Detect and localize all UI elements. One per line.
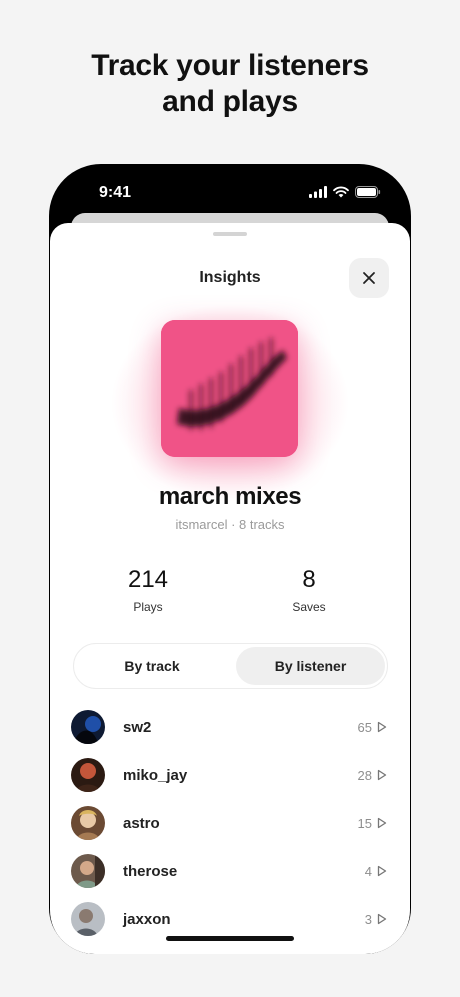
listener-play-count: 28: [357, 767, 372, 783]
playlist-title: march mixes: [158, 483, 302, 510]
listener-play-count: 65: [357, 719, 372, 735]
sheet-grabber[interactable]: [213, 232, 247, 236]
wifi-icon: [333, 186, 349, 198]
stat-plays: 214 Plays: [78, 566, 218, 614]
listener-row[interactable]: miko_jay 28: [50, 751, 410, 799]
headline: Track your listeners and plays: [0, 48, 460, 120]
tab-by-track[interactable]: By track: [77, 647, 227, 685]
avatar: [71, 902, 105, 936]
status-time: 9:41: [99, 184, 132, 201]
phone-frame: 9:41 Insights march mixes itsmarcel · 8 …: [49, 164, 411, 954]
listener-name: therose: [123, 862, 178, 880]
avatar: [71, 710, 105, 744]
play-icon: [377, 913, 387, 925]
listener-play-count: 4: [364, 863, 372, 879]
listener-play-count: 15: [357, 815, 372, 831]
insights-sheet: Insights march mixes itsmarcel · 8 track…: [50, 223, 410, 954]
play-icon: [377, 817, 387, 829]
home-indicator: [166, 936, 294, 941]
playlist-meta[interactable]: itsmarcel · 8 tracks: [50, 517, 410, 532]
plays-count: 214: [127, 566, 169, 593]
listener-name: astro: [123, 814, 160, 832]
tab-by-listener[interactable]: By listener: [236, 647, 385, 685]
listener-row[interactable]: sw2 65: [50, 703, 410, 751]
battery-icon: [355, 186, 381, 198]
view-segmented-control: By track By listener: [73, 643, 388, 689]
listener-name: jaxxon: [123, 910, 171, 928]
play-icon: [377, 769, 387, 781]
avatar: [71, 854, 105, 888]
cover-artwork: [161, 320, 298, 457]
status-bar: 9:41: [49, 164, 411, 216]
saves-count: 8: [302, 566, 316, 593]
listener-name: sw2: [123, 718, 152, 736]
listener-name: miko_jay: [123, 766, 188, 784]
close-button[interactable]: [349, 258, 389, 298]
status-icons: [309, 186, 381, 198]
plays-label: Plays: [133, 600, 163, 614]
close-icon: [363, 272, 375, 284]
headline-line-1: Track your listeners: [91, 49, 369, 82]
listener-row[interactable]: therose 4: [50, 847, 410, 895]
stat-saves: 8 Saves: [239, 566, 379, 614]
avatar: [71, 758, 105, 792]
avatar: [71, 806, 105, 840]
saves-label: Saves: [292, 600, 326, 614]
listener-row[interactable]: astro 15: [50, 799, 410, 847]
listener-play-count: 3: [364, 911, 372, 927]
headline-line-2: and plays: [162, 85, 298, 118]
cellular-signal-icon: [309, 186, 327, 198]
play-icon: [377, 721, 387, 733]
playlist-cover: [161, 320, 298, 457]
play-icon: [377, 865, 387, 877]
listener-list: sw2 65 miko_jay 28 astro 15 therose 4 ja…: [50, 703, 410, 943]
